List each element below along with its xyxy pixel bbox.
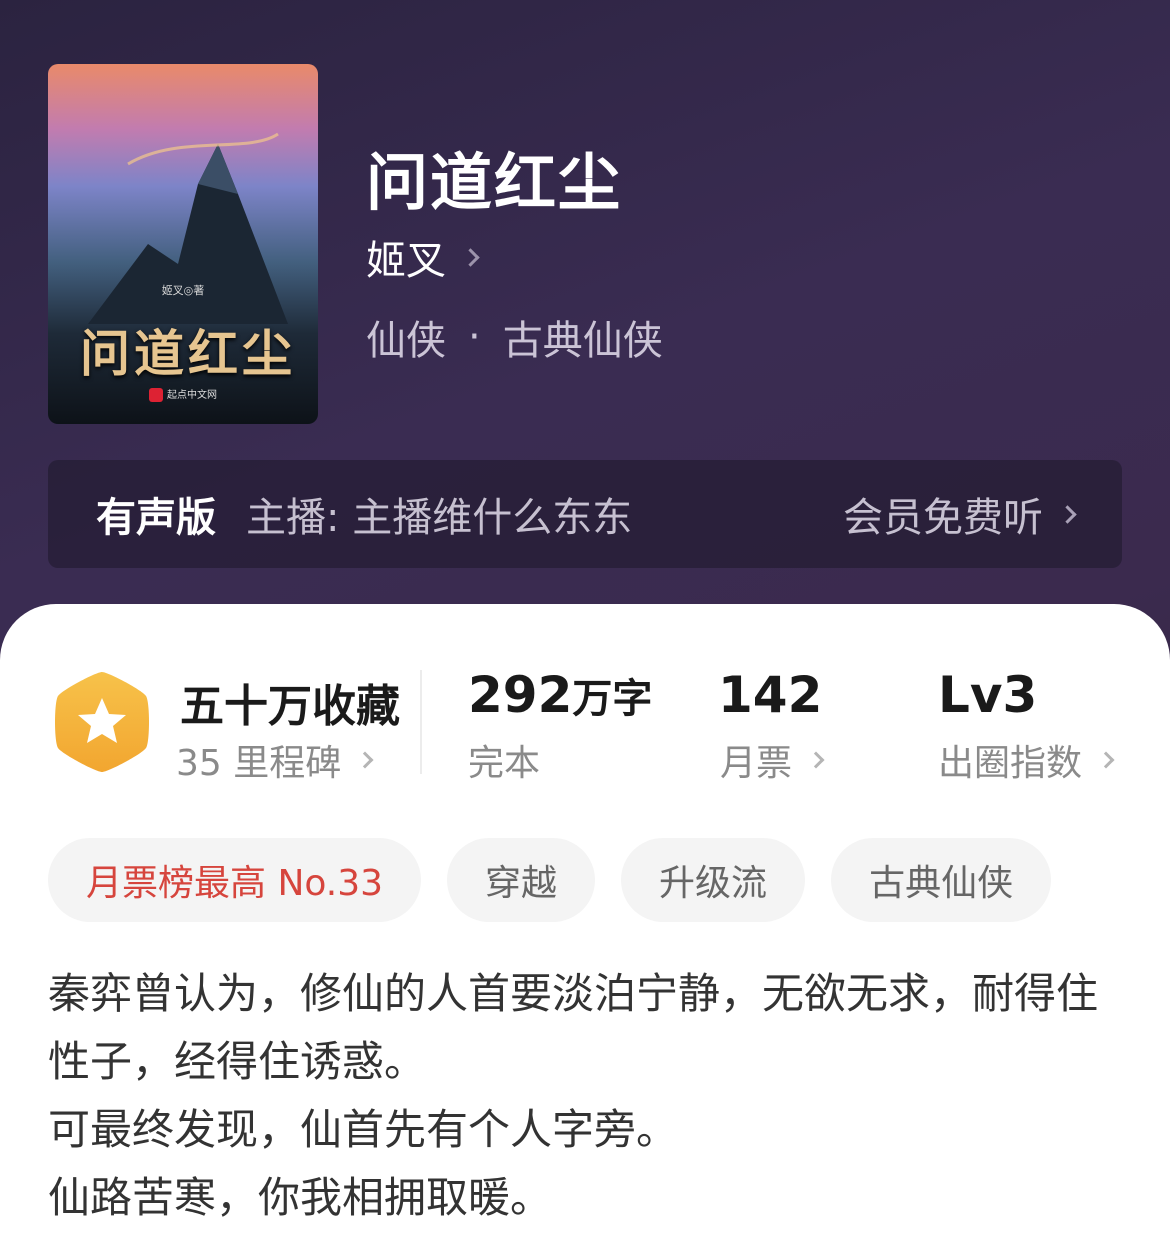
cover-publisher: 起点中文网 [48, 386, 318, 402]
monthly-votes-label: 月票 [720, 743, 793, 784]
stats-row: 五十万收藏 35 里程碑 292万字 完本 142 月票 Lv3 出圈指数 [0, 604, 1170, 804]
member-free-listen-button[interactable]: 会员免费听 [843, 485, 1077, 543]
cover-title: 问道红尘 [80, 324, 296, 383]
monthly-votes-link[interactable]: 月票 [720, 734, 825, 786]
author-name: 姬叉 [366, 238, 446, 284]
cover-author: 姬叉◎著 [161, 284, 205, 297]
book-title: 问道红尘 [366, 146, 623, 219]
star-badge-icon [55, 672, 149, 772]
monthly-votes-count: 142 [718, 666, 823, 724]
word-count-unit: 万字 [572, 676, 653, 722]
completion-status: 完本 [468, 743, 541, 784]
tag-time-travel[interactable]: 穿越 [447, 838, 596, 922]
stats-divider [420, 670, 422, 774]
milestones-label: 35 里程碑 [176, 743, 342, 784]
description-paragraph: 仙路苦寒，你我相拥取暖。 [48, 1173, 553, 1222]
popularity-index-label: 出圈指数 [938, 743, 1083, 784]
book-description[interactable]: 秦弈曾认为，修仙的人首要淡泊宁静，无欲无求，耐得住性子，经得住诱惑。 可最终发现… [48, 960, 1128, 1232]
audiobook-host: 主播: 主播维什么东东 [246, 495, 633, 541]
book-info-panel: 五十万收藏 35 里程碑 292万字 完本 142 月票 Lv3 出圈指数 月票… [0, 604, 1170, 1238]
chevron-right-icon [461, 247, 480, 267]
description-paragraph: 可最终发现，仙首先有个人字旁。 [48, 1105, 679, 1154]
milestones-link[interactable]: 35 里程碑 [176, 734, 374, 786]
chevron-right-icon [807, 751, 825, 769]
chevron-right-icon [356, 751, 374, 769]
audiobook-bar[interactable]: 有声版 主播: 主播维什么东东 会员免费听 [48, 460, 1122, 568]
category[interactable]: 仙侠 [366, 308, 446, 366]
separator-dot: · [468, 314, 481, 360]
popularity-level: Lv3 [938, 666, 1038, 724]
author-link[interactable]: 姬叉 [366, 228, 480, 286]
book-cover[interactable]: 姬叉◎著 问道红尘 起点中文网 [48, 64, 318, 424]
tag-list: 月票榜最高 No.33 穿越 升级流 古典仙侠 [48, 838, 1052, 922]
tag-classic-xianxia[interactable]: 古典仙侠 [831, 838, 1052, 922]
member-free-listen-label: 会员免费听 [843, 495, 1043, 541]
chevron-right-icon [1097, 751, 1115, 769]
audiobook-label: 有声版 [96, 495, 216, 541]
publisher-logo-icon [149, 388, 163, 402]
chevron-right-icon [1058, 504, 1077, 524]
tag-rank[interactable]: 月票榜最高 No.33 [48, 838, 422, 922]
description-paragraph: 秦弈曾认为，修仙的人首要淡泊宁静，无欲无求，耐得住性子，经得住诱惑。 [48, 969, 1099, 1086]
word-count-value: 292 [468, 666, 573, 724]
word-count: 292万字 [468, 666, 652, 724]
popularity-index-link[interactable]: 出圈指数 [938, 734, 1115, 786]
favorites-count: 五十万收藏 [180, 681, 400, 732]
tag-level-up[interactable]: 升级流 [621, 838, 806, 922]
subcategory[interactable]: 古典仙侠 [503, 308, 663, 366]
genre-row: 仙侠 · 古典仙侠 [366, 308, 663, 366]
